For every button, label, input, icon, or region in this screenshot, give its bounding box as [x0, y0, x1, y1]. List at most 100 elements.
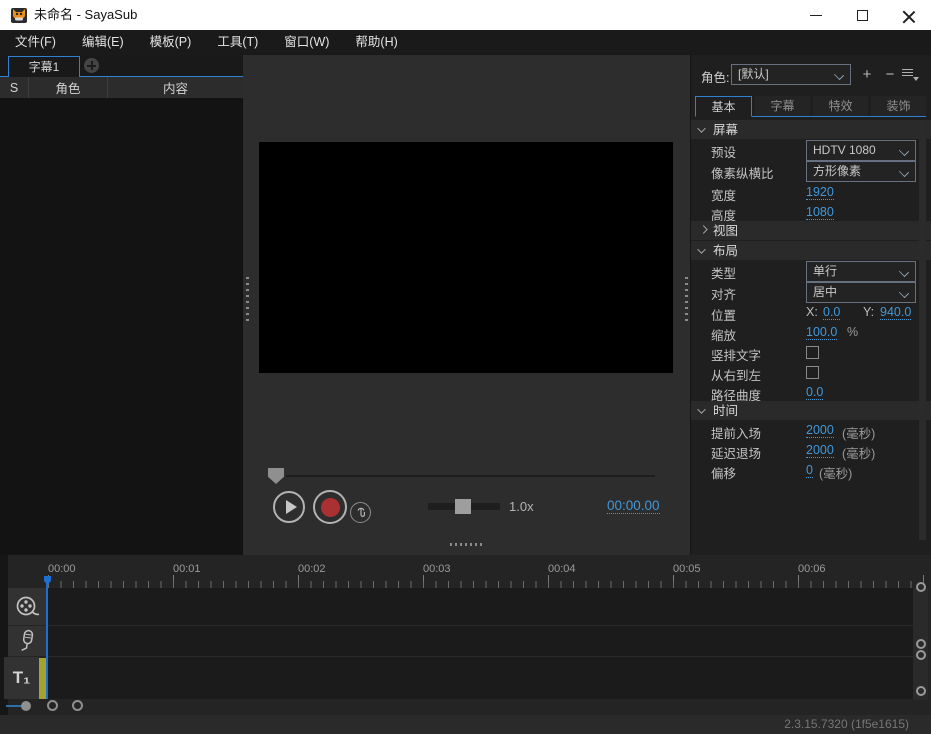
track-resize-handle[interactable]	[916, 639, 926, 649]
video-track-header[interactable]	[8, 588, 46, 625]
lead-out-unit: (毫秒)	[842, 443, 875, 462]
minimize-button[interactable]	[793, 0, 839, 30]
timeline-zoom-slider-handle[interactable]	[21, 701, 31, 711]
y-value[interactable]: 940.0	[880, 305, 911, 320]
menu-template[interactable]: 模板(P)	[137, 30, 205, 55]
track-resize-handle[interactable]	[916, 686, 926, 696]
seek-slider-handle[interactable]	[268, 468, 284, 484]
section-view[interactable]: 视图	[691, 221, 931, 240]
role-row: 角色: [默认] + −	[691, 63, 931, 87]
vertical-text-checkbox[interactable]	[806, 346, 819, 359]
properties-scrollbar[interactable]	[919, 120, 926, 540]
x-label: X:	[806, 305, 818, 319]
app-logo-icon	[10, 6, 28, 24]
type-dropdown[interactable]: 单行	[806, 261, 916, 282]
menu-tools[interactable]: 工具(T)	[204, 30, 271, 55]
properties-panel: 角色: [默认] + − 基本 字幕 特效 装饰 屏幕 预设 HDTV 1080…	[690, 55, 931, 555]
properties-tab-bar: 基本 字幕 特效 装饰	[695, 96, 926, 117]
menu-help[interactable]: 帮助(H)	[342, 30, 410, 55]
tab-decoration[interactable]: 装饰	[871, 96, 926, 116]
height-value[interactable]: 1080	[806, 205, 834, 220]
status-bar: 2.3.15.7320 (1f5e1615)	[0, 715, 931, 734]
timeline-tracks-area[interactable]	[46, 588, 913, 699]
ruler-label: 00:01	[173, 563, 201, 575]
film-reel-icon	[14, 594, 40, 620]
timeline-range-handle-start[interactable]	[47, 700, 58, 711]
width-value[interactable]: 1920	[806, 185, 834, 200]
section-layout-title: 布局	[713, 242, 738, 260]
audio-track-header[interactable]	[8, 626, 46, 656]
maximize-button[interactable]	[839, 0, 885, 30]
track-separator	[46, 656, 913, 657]
seek-slider-track[interactable]	[286, 475, 655, 477]
track-separator	[46, 625, 913, 626]
section-screen-title: 屏幕	[713, 121, 738, 139]
add-role-button[interactable]: +	[858, 66, 876, 84]
play-button[interactable]	[273, 491, 305, 523]
offset-unit: (毫秒)	[819, 463, 852, 482]
bottom-splitter-handle[interactable]	[450, 543, 483, 546]
lead-in-value[interactable]: 2000	[806, 423, 834, 438]
lead-in-unit: (毫秒)	[842, 423, 875, 442]
role-menu-button[interactable]	[902, 69, 916, 81]
tap-record-icon	[355, 506, 367, 519]
scale-value[interactable]: 100.0	[806, 325, 837, 340]
path-curve-value[interactable]: 0.0	[806, 385, 823, 400]
tab-effects[interactable]: 特效	[813, 96, 868, 116]
rtl-checkbox[interactable]	[806, 366, 819, 379]
tap-record-button[interactable]	[350, 502, 371, 523]
lead-in-label: 提前入场	[711, 423, 761, 442]
ruler-label: 00:02	[298, 563, 326, 575]
title-bar: 未命名 - SayaSub	[0, 0, 931, 30]
tab-basic[interactable]: 基本	[695, 96, 752, 117]
lead-out-value[interactable]: 2000	[806, 443, 834, 458]
scale-suffix: %	[847, 325, 858, 339]
playhead[interactable]	[46, 576, 48, 699]
role-label: 角色:	[701, 67, 729, 86]
preset-dropdown[interactable]: HDTV 1080	[806, 140, 916, 161]
x-value[interactable]: 0.0	[823, 305, 840, 320]
column-header-content[interactable]: 内容	[107, 77, 243, 98]
align-dropdown[interactable]: 居中	[806, 282, 916, 303]
tab-subtitle[interactable]: 字幕	[755, 96, 810, 116]
app-window: 未命名 - SayaSub 文件(F) 编辑(E) 模板(P) 工具(T) 窗口…	[0, 0, 931, 734]
record-button[interactable]	[313, 490, 347, 524]
add-tab-button[interactable]	[84, 58, 99, 73]
section-time[interactable]: 时间	[691, 401, 931, 420]
collapse-icon	[697, 245, 705, 253]
tab-subtitle1[interactable]: 字幕1	[8, 56, 80, 77]
section-screen[interactable]: 屏幕	[691, 120, 931, 139]
menu-edit[interactable]: 编辑(E)	[69, 30, 137, 55]
right-splitter-handle[interactable]	[685, 277, 688, 323]
preview-panel: 1.0x 00:00.00	[243, 55, 690, 555]
timeline-range-handle-end[interactable]	[72, 700, 83, 711]
expand-icon	[699, 225, 707, 233]
pixel-aspect-dropdown[interactable]: 方形像素	[806, 161, 916, 182]
window-controls	[793, 0, 931, 30]
track-resize-handle[interactable]	[916, 650, 926, 660]
ruler-label: 00:00	[48, 563, 76, 575]
section-view-title: 视图	[713, 222, 738, 240]
left-splitter-handle[interactable]	[246, 277, 249, 323]
maximize-icon	[857, 10, 868, 21]
y-label: Y:	[863, 305, 874, 319]
column-header-role[interactable]: 角色	[28, 77, 107, 98]
menu-file[interactable]: 文件(F)	[2, 30, 69, 55]
section-layout[interactable]: 布局	[691, 241, 931, 260]
scale-label: 缩放	[711, 325, 736, 344]
menu-window[interactable]: 窗口(W)	[271, 30, 342, 55]
width-label: 宽度	[711, 185, 736, 204]
offset-value[interactable]: 0	[806, 463, 813, 478]
ruler-label: 00:05	[673, 563, 701, 575]
lead-out-label: 延迟退场	[711, 443, 761, 462]
remove-role-button[interactable]: −	[881, 66, 899, 84]
role-dropdown[interactable]: [默认]	[731, 64, 851, 85]
video-preview[interactable]	[259, 142, 673, 373]
speed-slider-handle[interactable]	[455, 499, 471, 514]
text-track-header[interactable]: T₁	[4, 657, 39, 699]
column-header-s[interactable]: S	[0, 77, 28, 98]
current-time[interactable]: 00:00.00	[607, 498, 660, 514]
type-label: 类型	[711, 263, 736, 282]
track-resize-handle[interactable]	[916, 582, 926, 592]
close-button[interactable]	[885, 0, 931, 30]
